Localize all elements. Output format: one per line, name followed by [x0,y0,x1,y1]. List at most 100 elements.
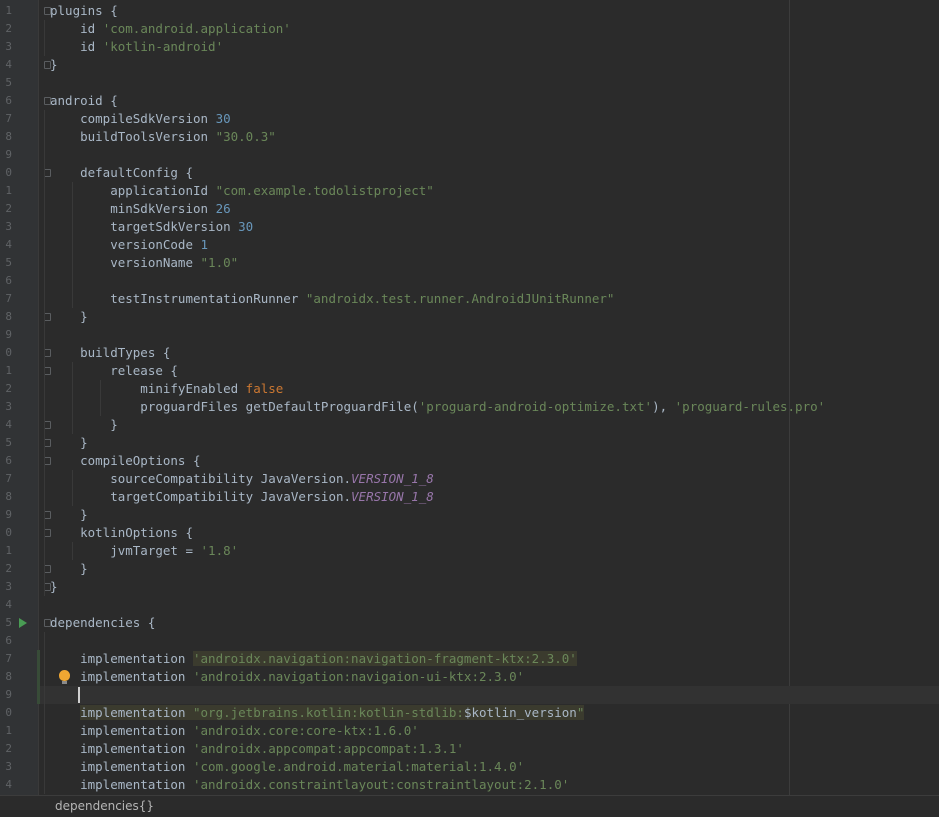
code-token: false [245,381,284,396]
code-line[interactable]: jvmTarget = '1.8' [39,542,939,560]
code-text: plugins { [50,2,118,20]
fold-marker-icon[interactable] [44,529,51,537]
code-line[interactable]: implementation 'androidx.navigation:navi… [39,668,939,686]
code-line[interactable]: android { [39,92,939,110]
breadcrumb-item[interactable]: dependencies{} [55,796,154,817]
code-line[interactable]: release { [39,362,939,380]
code-line[interactable]: targetSdkVersion 30 [39,218,939,236]
line-number: 6 [5,634,12,647]
fold-marker-icon[interactable] [44,7,51,15]
indent-guide [72,470,73,506]
line-number: 6 [5,274,12,287]
line-number: 9 [5,328,12,341]
fold-marker-icon[interactable] [44,421,51,429]
code-line[interactable]: implementation 'androidx.constraintlayou… [39,776,939,794]
code-line[interactable]: implementation "org.jetbrains.kotlin:kot… [39,704,939,722]
code-text: } [50,416,118,434]
code-line[interactable]: applicationId "com.example.todolistproje… [39,182,939,200]
code-line[interactable] [39,686,939,704]
code-line[interactable]: } [39,416,939,434]
line-number: 6 [5,94,12,107]
line-number: 3 [5,40,12,53]
code-line[interactable]: buildToolsVersion "30.0.3" [39,128,939,146]
code-token: defaultConfig { [50,165,193,180]
code-line[interactable] [39,632,939,650]
code-token: 1 [200,237,209,252]
code-line[interactable] [39,272,939,290]
code-line[interactable]: proguardFiles getDefaultProguardFile('pr… [39,398,939,416]
line-number: 3 [5,220,12,233]
code-line[interactable]: } [39,434,939,452]
code-line[interactable]: buildTypes { [39,344,939,362]
line-number: 0 [5,166,12,179]
code-line[interactable]: } [39,578,939,596]
fold-marker-icon[interactable] [44,565,51,573]
code-text: targetSdkVersion 30 [50,218,253,236]
code-line[interactable]: versionCode 1 [39,236,939,254]
code-token: 'androidx.navigation:navigaion-ui-ktx:2.… [193,669,525,684]
code-line[interactable] [39,326,939,344]
line-gutter[interactable]: 1 2 3 4 5 6 7 8 9 0 1 2 3 4 5 6 7 8 9 0 1 2 3 4 5 6 7 8 9 0 1 2 3 4 5 6 7 8 9 0… [0,0,39,795]
code-line[interactable] [39,146,939,164]
code-line[interactable]: minifyEnabled false [39,380,939,398]
code-text: sourceCompatibility JavaVersion.VERSION_… [50,470,434,488]
indent-guide [72,362,73,434]
code-editor[interactable]: plugins { id 'com.android.application' i… [39,0,939,795]
code-token: implementation [50,669,193,684]
fold-marker-icon[interactable] [44,313,51,321]
code-token: implementation [50,741,193,756]
code-line[interactable]: plugins { [39,2,939,20]
fold-marker-icon[interactable] [44,61,51,69]
fold-marker-icon[interactable] [44,457,51,465]
line-number: 8 [5,310,12,323]
code-line[interactable]: implementation 'androidx.core:core-ktx:1… [39,722,939,740]
code-text: android { [50,92,118,110]
code-token: 'kotlin-android' [102,39,224,54]
fold-marker-icon[interactable] [44,511,51,519]
lightbulb-icon[interactable] [59,670,70,684]
line-number: 1 [5,724,12,737]
code-line[interactable]: } [39,308,939,326]
code-line[interactable]: minSdkVersion 26 [39,200,939,218]
code-token: id [50,39,103,54]
code-line[interactable]: implementation 'androidx.appcompat:appco… [39,740,939,758]
run-gutter-icon[interactable] [19,618,27,628]
code-line[interactable]: id 'com.android.application' [39,20,939,38]
code-line[interactable]: implementation 'com.google.android.mater… [39,758,939,776]
code-text: buildTypes { [50,344,170,362]
code-line[interactable]: kotlinOptions { [39,524,939,542]
code-text: defaultConfig { [50,164,193,182]
line-number: 2 [5,742,12,755]
code-text: implementation 'androidx.navigation:navi… [50,668,524,686]
code-line[interactable]: versionName "1.0" [39,254,939,272]
fold-marker-icon[interactable] [44,583,51,591]
code-line[interactable]: compileOptions { [39,452,939,470]
code-line[interactable]: } [39,56,939,74]
code-line[interactable]: implementation 'androidx.navigation:navi… [39,650,939,668]
code-text: } [50,308,88,326]
code-line[interactable]: compileSdkVersion 30 [39,110,939,128]
code-token: buildToolsVersion [50,129,216,144]
code-token: } [50,507,88,522]
code-line[interactable]: id 'kotlin-android' [39,38,939,56]
code-text: implementation 'androidx.appcompat:appco… [50,740,464,758]
breadcrumb[interactable]: dependencies{} [0,795,939,817]
fold-marker-icon[interactable] [44,97,51,105]
code-token: buildTypes { [50,345,171,360]
code-line[interactable]: } [39,506,939,524]
code-line[interactable] [39,74,939,92]
code-line[interactable]: dependencies { [39,614,939,632]
code-line[interactable] [39,596,939,614]
fold-marker-icon[interactable] [44,619,51,627]
fold-marker-icon[interactable] [44,439,51,447]
code-line[interactable]: testInstrumentationRunner "androidx.test… [39,290,939,308]
fold-marker-icon[interactable] [44,367,51,375]
vcs-change-marker[interactable] [37,650,40,704]
fold-marker-icon[interactable] [44,169,51,177]
line-number: 5 [5,256,12,269]
code-line[interactable]: defaultConfig { [39,164,939,182]
fold-marker-icon[interactable] [44,349,51,357]
code-line[interactable]: } [39,560,939,578]
code-line[interactable]: sourceCompatibility JavaVersion.VERSION_… [39,470,939,488]
code-line[interactable]: targetCompatibility JavaVersion.VERSION_… [39,488,939,506]
